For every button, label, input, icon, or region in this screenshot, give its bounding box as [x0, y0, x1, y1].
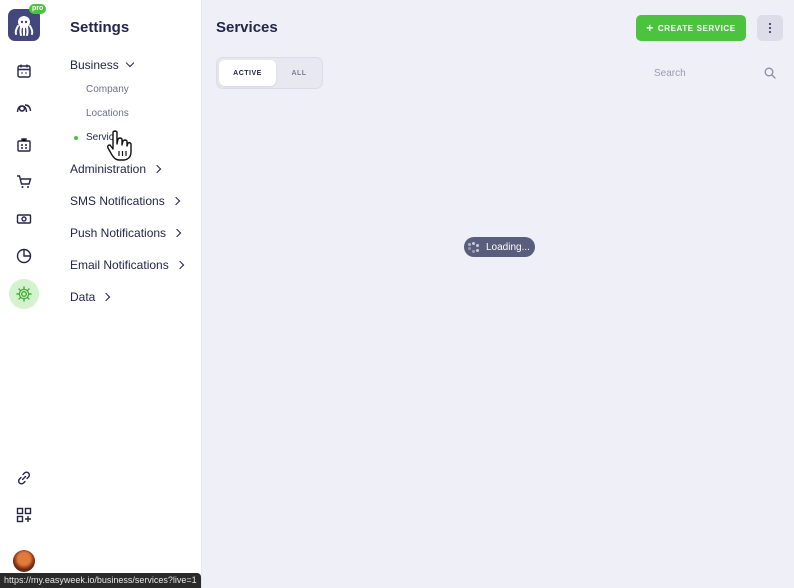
- nav-group-label: SMS Notifications: [70, 194, 165, 208]
- settings-icon[interactable]: [9, 279, 39, 309]
- nav-item-company[interactable]: Company: [86, 84, 129, 95]
- page-title: Services: [216, 19, 278, 36]
- nav-group-sms-notifications[interactable]: SMS Notifications: [70, 194, 180, 208]
- more-vertical-icon: [769, 23, 771, 33]
- tab-all[interactable]: ALL: [279, 60, 319, 86]
- more-options-button[interactable]: [757, 15, 783, 41]
- icon-rail: pro: [0, 0, 48, 588]
- reports-icon[interactable]: [9, 241, 39, 271]
- nav-group-data[interactable]: Data: [70, 290, 111, 304]
- money-icon[interactable]: [9, 204, 39, 234]
- chevron-right-icon: [102, 292, 111, 302]
- nav-group-label: Email Notifications: [70, 258, 169, 272]
- chevron-right-icon: [172, 228, 182, 238]
- nav-group-label: Push Notifications: [70, 226, 167, 240]
- hand-cursor-icon: [107, 130, 132, 161]
- tab-active[interactable]: ACTIVE: [219, 60, 276, 86]
- settings-panel: Settings Business Company Locations Serv…: [48, 0, 202, 588]
- nav-group-label: Administration: [70, 162, 147, 176]
- create-service-label: CREATE SERVICE: [657, 23, 736, 33]
- loading-text: Loading...: [486, 241, 530, 253]
- chevron-right-icon: [152, 164, 162, 174]
- nav-group-label: Data: [70, 290, 96, 304]
- chevron-down-icon: [125, 58, 134, 68]
- chevron-right-icon: [171, 196, 180, 206]
- octopus-logo-icon: [14, 16, 34, 36]
- search-input[interactable]: [654, 67, 759, 79]
- clients-icon[interactable]: [9, 93, 39, 123]
- apps-icon[interactable]: [9, 500, 39, 530]
- pro-badge: pro: [29, 4, 47, 14]
- create-service-button[interactable]: + CREATE SERVICE: [636, 15, 746, 41]
- search-box: [654, 64, 778, 82]
- loading-indicator: Loading...: [464, 237, 535, 257]
- search-icon[interactable]: [764, 67, 776, 79]
- nav-group-label: Business: [70, 58, 119, 72]
- business-icon[interactable]: [9, 130, 39, 160]
- nav-group-push-notifications[interactable]: Push Notifications: [70, 226, 182, 240]
- settings-title: Settings: [70, 19, 130, 36]
- status-bar-url: https://my.easyweek.io/business/services…: [0, 573, 201, 588]
- active-indicator: [74, 136, 78, 140]
- nav-group-email-notifications[interactable]: Email Notifications: [70, 258, 184, 272]
- nav-group-business[interactable]: Business: [70, 58, 134, 72]
- cart-icon[interactable]: [9, 167, 39, 197]
- spinner-icon: [468, 241, 479, 253]
- calendar-icon[interactable]: [9, 56, 39, 86]
- status-tabs: ACTIVE ALL: [216, 57, 323, 89]
- nav-item-locations[interactable]: Locations: [86, 108, 129, 119]
- link-icon[interactable]: [9, 463, 39, 493]
- nav-group-administration[interactable]: Administration: [70, 162, 162, 176]
- chevron-right-icon: [175, 260, 184, 270]
- plus-icon: +: [646, 21, 654, 35]
- avatar[interactable]: [13, 550, 35, 572]
